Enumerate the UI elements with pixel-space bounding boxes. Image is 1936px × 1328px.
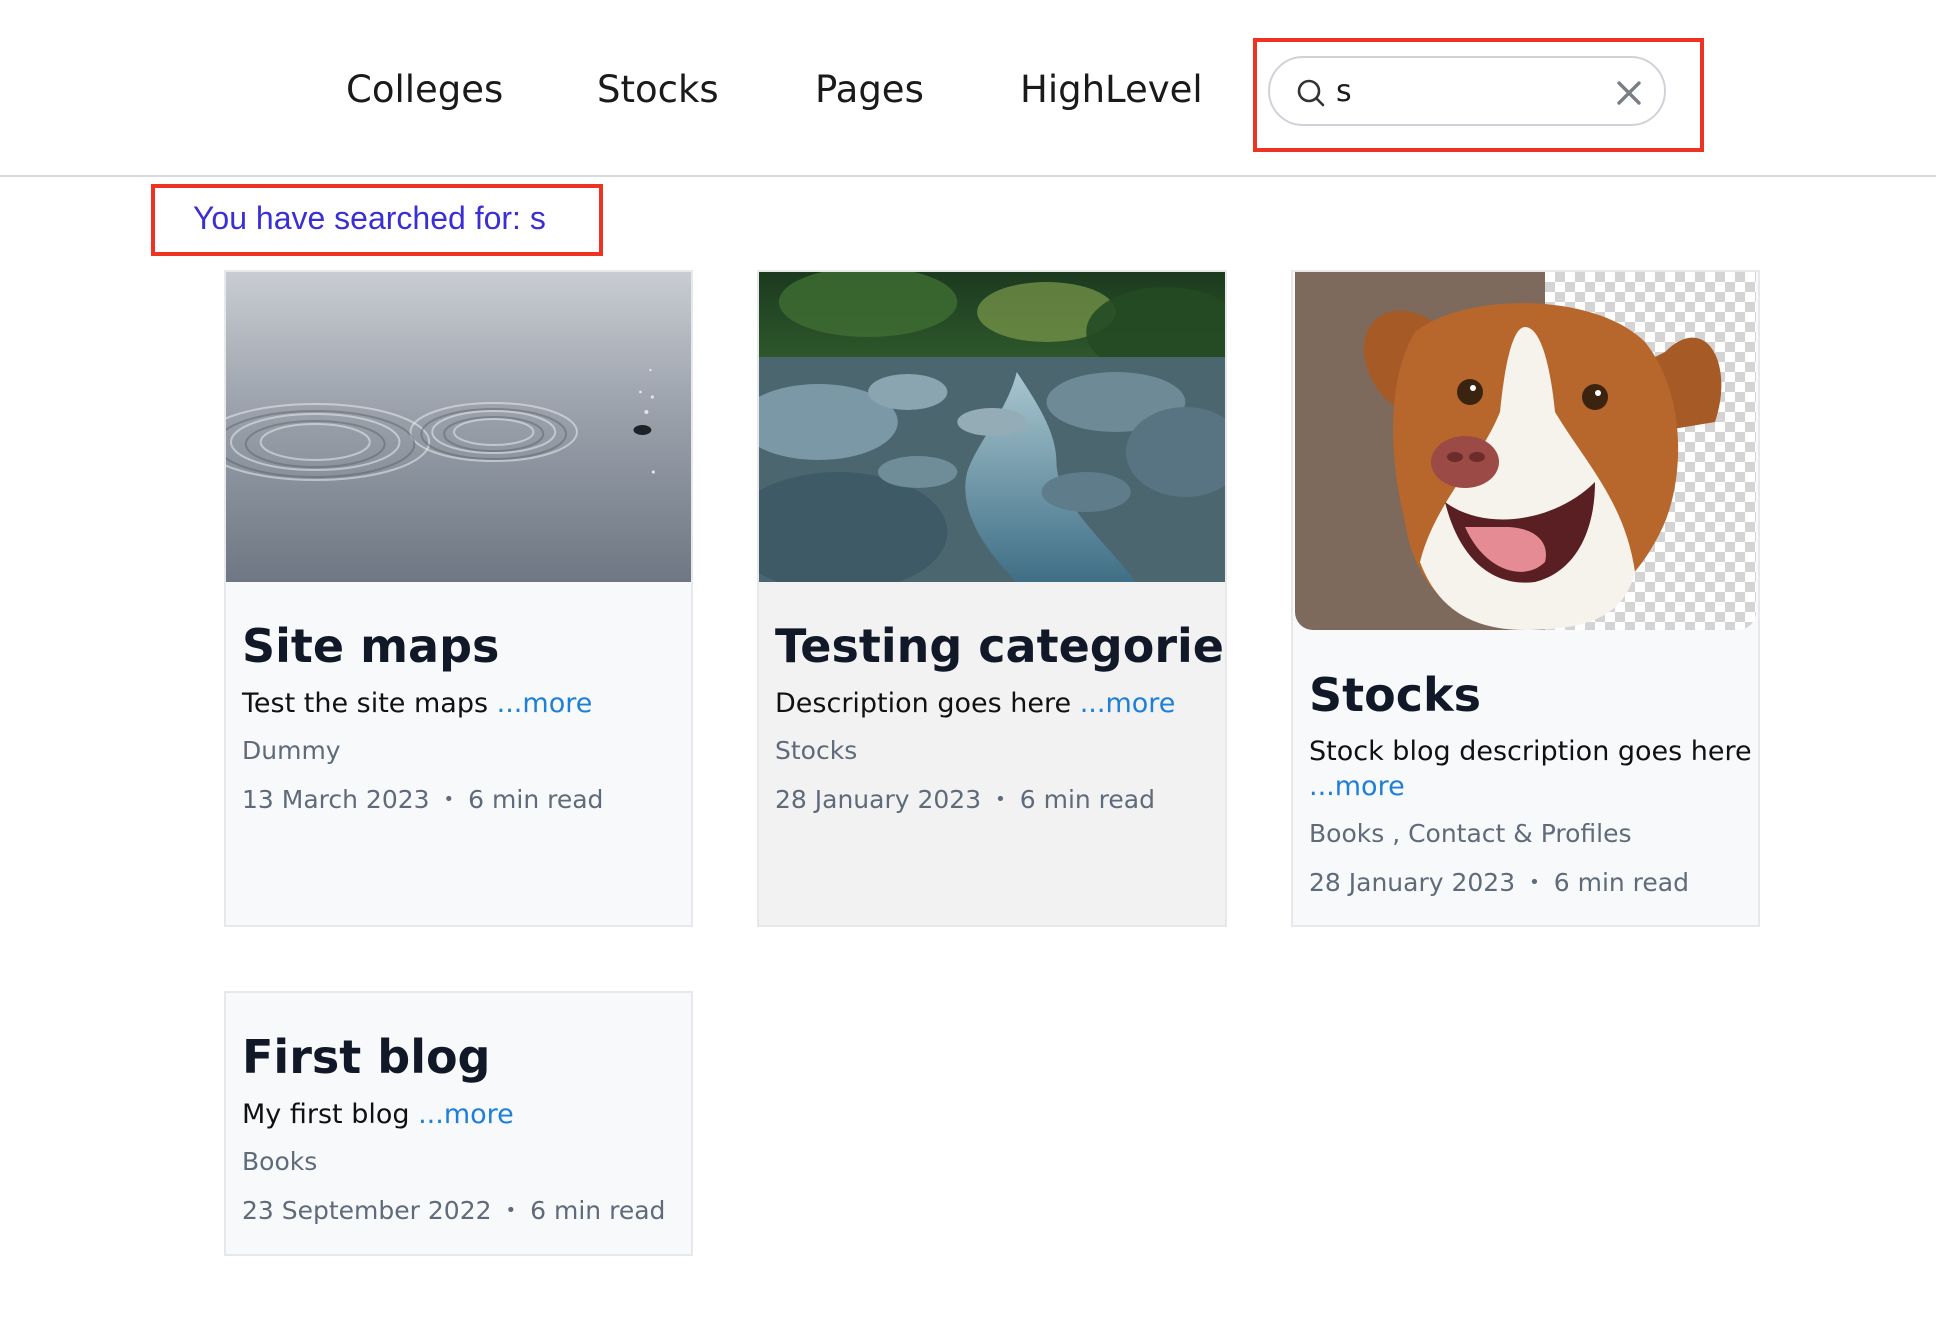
search-icon	[1296, 78, 1326, 108]
card-meta: 28 January 2023 • 6 min read	[1309, 866, 1689, 903]
search-summary-text: You have searched for: s	[193, 200, 546, 236]
card-description-text: Test the site maps	[242, 688, 489, 719]
card-meta: 13 March 2023 • 6 min read	[242, 783, 603, 820]
card-date: 28 January 2023	[1309, 868, 1516, 897]
card-title[interactable]: Testing categories	[775, 618, 1225, 674]
card-read-time: 6 min read	[530, 1196, 666, 1225]
card-description: My first blog ...more	[242, 1097, 514, 1133]
card-description-text: My first blog	[242, 1099, 410, 1130]
card-category: Stocks	[775, 736, 858, 765]
card-title[interactable]: Stocks	[1309, 667, 1481, 723]
card-date: 28 January 2023	[775, 785, 982, 814]
card-description-text: Description goes here	[775, 688, 1072, 719]
search-input[interactable]	[1336, 66, 1596, 116]
card-description-text: Stock blog description goes here	[1309, 736, 1752, 767]
more-link[interactable]: ...more	[1309, 771, 1405, 802]
blog-card-site-maps[interactable]: Site maps Test the site maps ...more Dum…	[224, 270, 693, 927]
meta-separator: •	[995, 789, 1006, 810]
nav-link-pages[interactable]: Pages	[815, 65, 924, 115]
card-description: Test the site maps ...more	[242, 686, 592, 722]
nav-link-stocks[interactable]: Stocks	[597, 65, 719, 115]
close-icon[interactable]	[1614, 78, 1644, 108]
card-category: Books , Contact & Profiles	[1309, 819, 1632, 848]
card-category: Books	[242, 1147, 318, 1176]
card-description-more: ...more	[1309, 769, 1405, 805]
search-box[interactable]	[1268, 56, 1666, 126]
card-read-time: 6 min read	[468, 785, 604, 814]
nav-link-colleges[interactable]: Colleges	[346, 65, 503, 115]
more-link[interactable]: ...more	[418, 1099, 514, 1130]
card-meta: 23 September 2022 • 6 min read	[242, 1194, 665, 1231]
card-date: 23 September 2022	[242, 1196, 492, 1225]
nav-link-highlevel[interactable]: HighLevel	[1020, 65, 1203, 115]
card-read-time: 6 min read	[1019, 785, 1155, 814]
blog-card-testing-categories[interactable]: Testing categories Description goes here…	[757, 270, 1227, 927]
card-image-water-ripples[interactable]	[226, 272, 691, 582]
meta-separator: •	[505, 1200, 517, 1221]
meta-separator: •	[1529, 872, 1540, 893]
blog-card-first-blog[interactable]: First blog My first blog ...more Books 2…	[224, 991, 693, 1256]
card-image-dog[interactable]	[1295, 272, 1756, 630]
card-title[interactable]: Site maps	[242, 618, 499, 674]
more-link[interactable]: ...more	[497, 688, 593, 719]
card-date: 13 March 2023	[242, 785, 430, 814]
card-read-time: 6 min read	[1553, 868, 1689, 897]
top-navigation-bar: Colleges Stocks Pages HighLevel	[0, 0, 1936, 177]
meta-separator: •	[443, 789, 455, 810]
blog-card-stocks[interactable]: Stocks Stock blog description goes here …	[1291, 270, 1760, 927]
more-link[interactable]: ...more	[1080, 688, 1176, 719]
card-category: Dummy	[242, 736, 341, 765]
card-title[interactable]: First blog	[242, 1029, 491, 1085]
card-image-forest-stream[interactable]	[759, 272, 1225, 582]
card-meta: 28 January 2023 • 6 min read	[775, 783, 1155, 820]
card-description: Description goes here ...more	[775, 686, 1175, 722]
